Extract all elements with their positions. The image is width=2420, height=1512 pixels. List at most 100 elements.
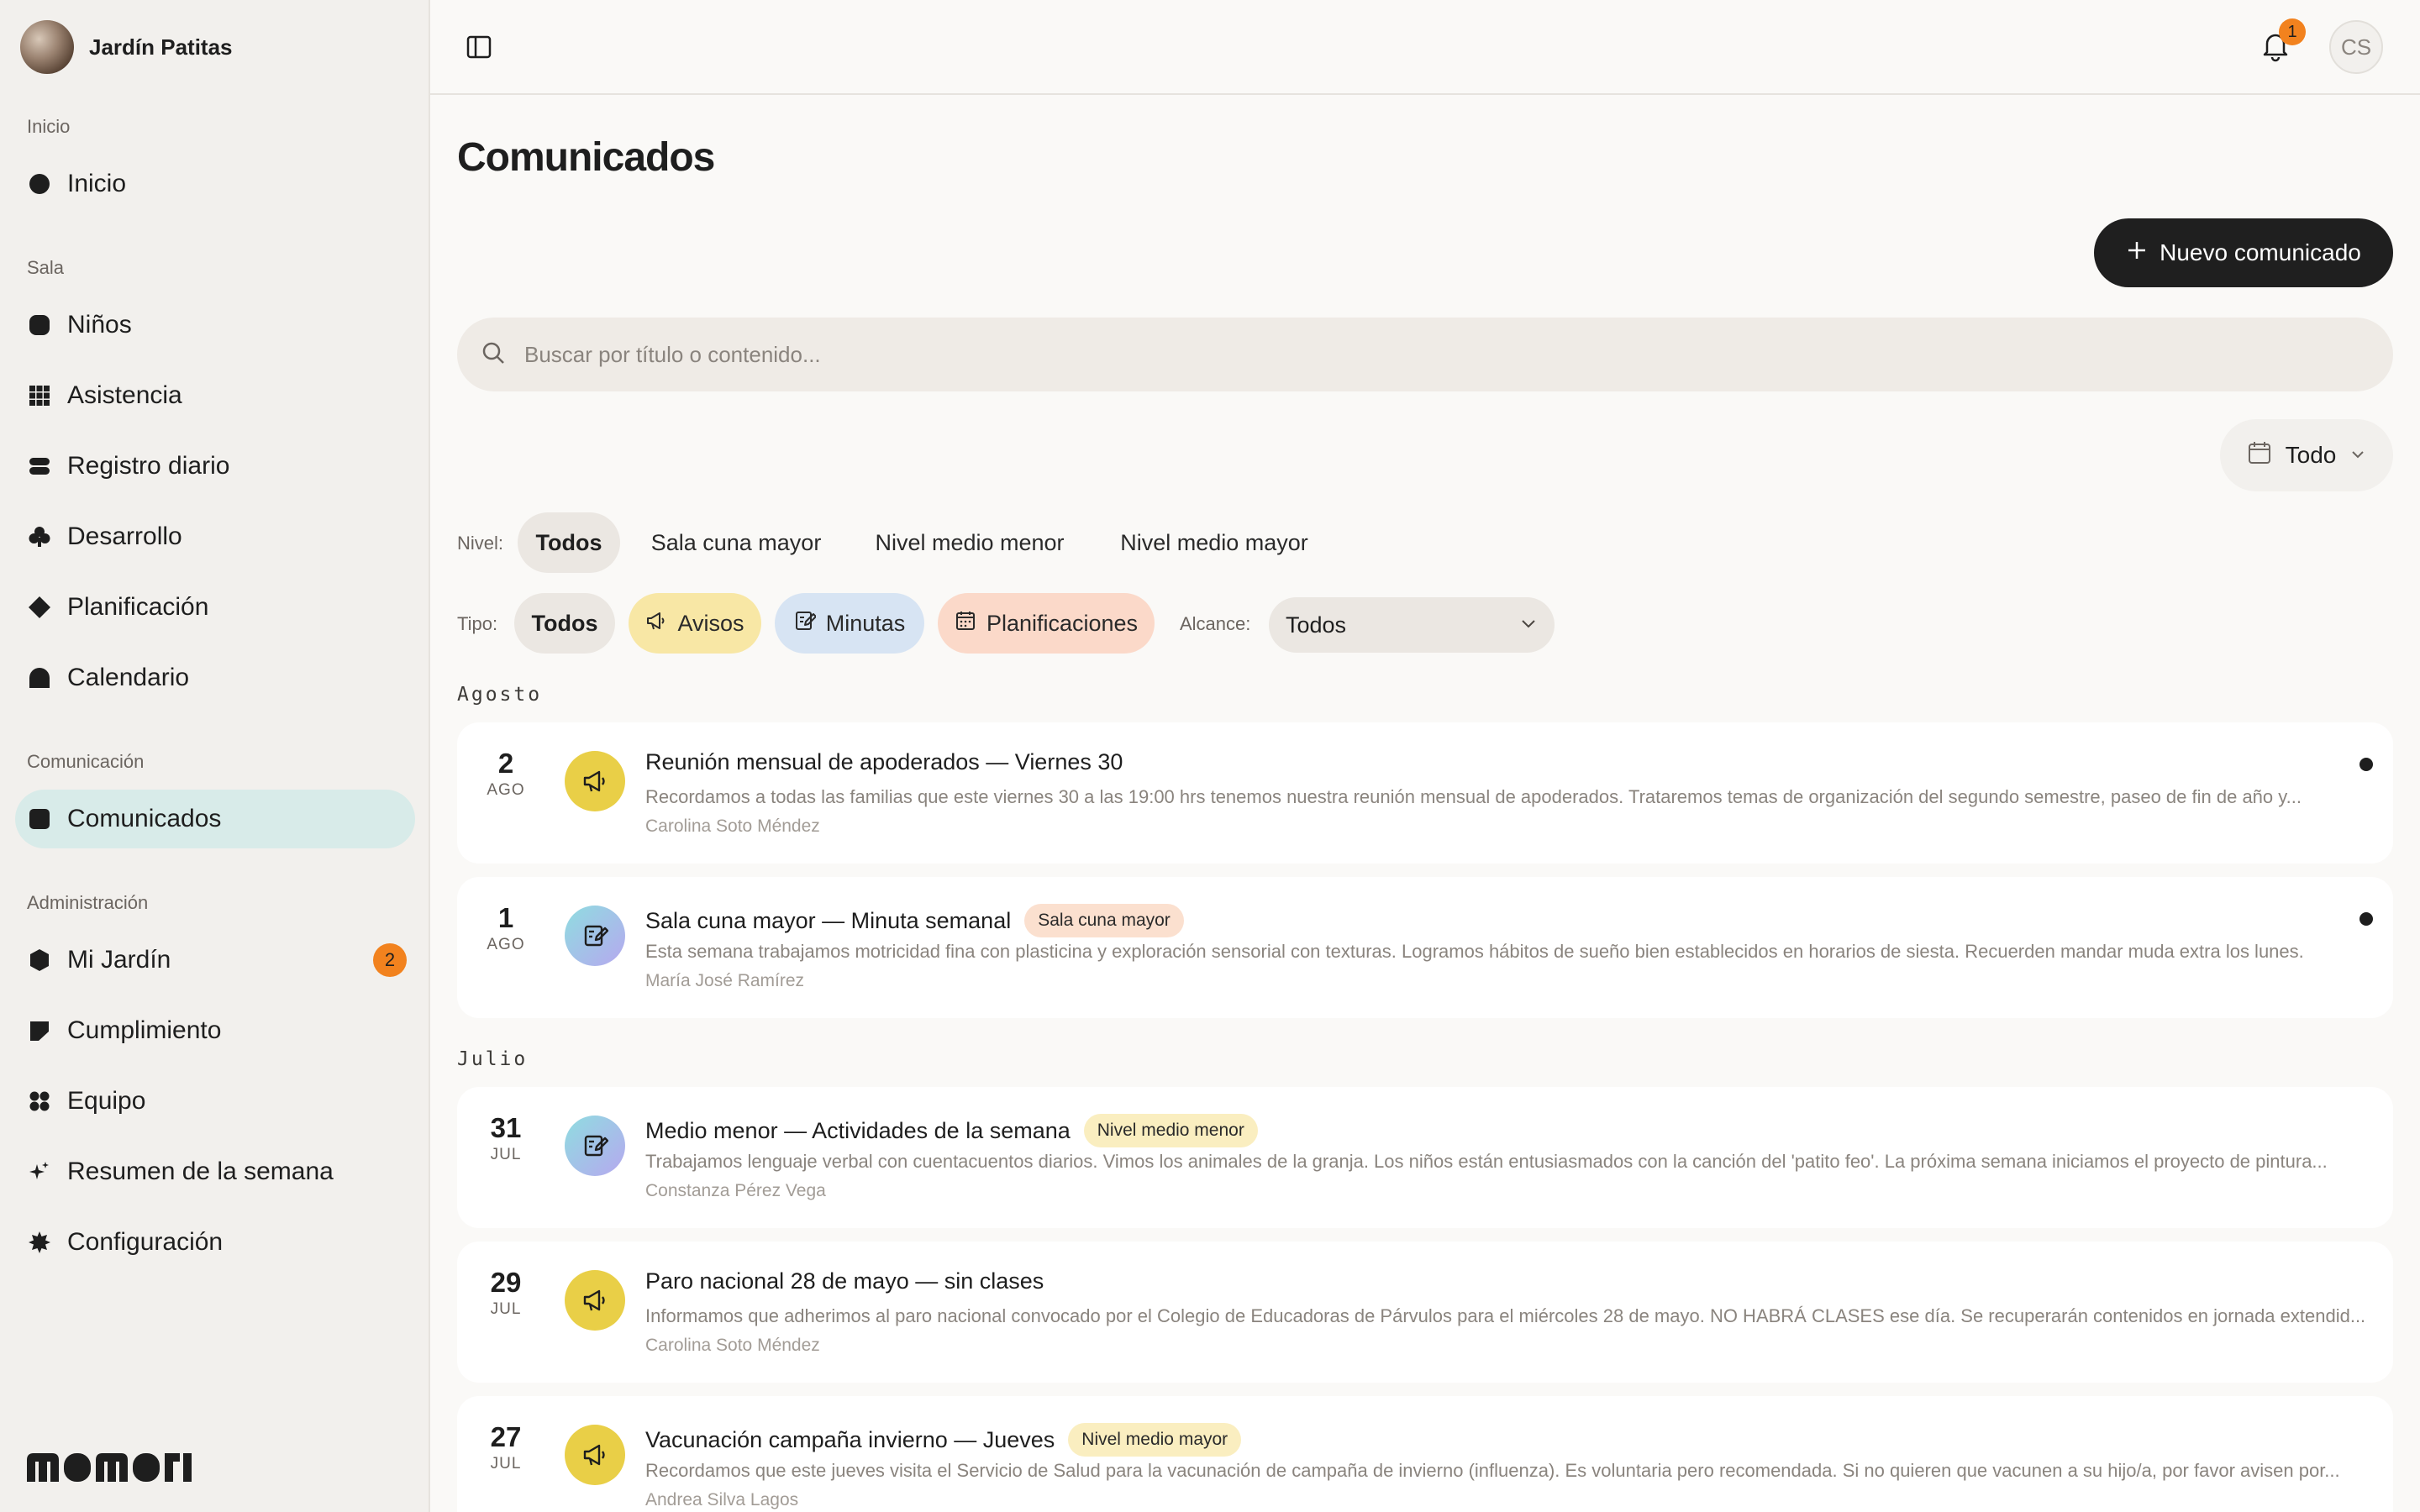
card-title: Paro nacional 28 de mayo — sin clases <box>645 1268 1044 1294</box>
card-month: AGO <box>487 781 525 799</box>
sidebar-item-label: Resumen de la semana <box>67 1158 334 1185</box>
card-author: Andrea Silva Lagos <box>645 1490 799 1509</box>
sidebar-item-calendario[interactable]: Calendario <box>15 648 415 707</box>
sidebar-item-label: Calendario <box>67 664 190 691</box>
nav-section-sala: Sala <box>27 257 65 278</box>
comunicado-card[interactable]: 27 JUL Vacunación campaña invierno — Jue… <box>457 1396 2393 1512</box>
unread-indicator <box>2360 912 2373 926</box>
user-avatar[interactable]: CS <box>2329 20 2383 74</box>
tipo-chip-avisos[interactable]: Avisos <box>629 593 761 654</box>
comunicado-card[interactable]: 1 AGO Sala cuna mayor — Minuta semanal S… <box>457 877 2393 1018</box>
alcance-select[interactable]: Todos <box>1269 597 1555 653</box>
notification-badge: 1 <box>2279 18 2306 45</box>
alcance-label: Alcance: <box>1180 613 1251 634</box>
card-month: JUL <box>490 1300 522 1318</box>
rounded-square-icon <box>29 314 50 336</box>
sidebar-item-equipo[interactable]: Equipo <box>15 1072 415 1131</box>
new-comunicado-button[interactable]: Nuevo comunicado <box>2094 218 2393 287</box>
sidebar: Jardín Patitas Inicio Inicio Sala Niños … <box>0 0 430 1512</box>
tipo-chip-planificaciones[interactable]: Planificaciones <box>938 593 1155 654</box>
comunicado-card[interactable]: 2 AGO Reunión mensual de apoderados — Vi… <box>457 722 2393 864</box>
gear-icon <box>29 1231 50 1253</box>
nav-section-inicio: Inicio <box>27 116 71 137</box>
sidebar-item-cumplimiento[interactable]: Cumplimiento <box>15 1001 415 1060</box>
nivel-label: Nivel: <box>457 533 504 554</box>
arch-icon <box>29 667 50 689</box>
sidebar-item-label: Mi Jardín <box>67 946 171 974</box>
tipo-chip-minutas[interactable]: Minutas <box>775 593 924 654</box>
sidebar-item-label: Desarrollo <box>67 522 182 550</box>
sidebar-item-ninos[interactable]: Niños <box>15 296 415 354</box>
sidebar-item-label: Comunicados <box>67 805 222 832</box>
card-preview: Trabajamos lenguaje verbal con cuentacue… <box>645 1151 2328 1172</box>
card-day: 2 <box>497 748 514 779</box>
stacked-bars-icon <box>29 455 50 477</box>
card-author: María José Ramírez <box>645 971 805 990</box>
sidebar-item-desarrollo[interactable]: Desarrollo <box>15 507 415 566</box>
page-title: Comunicados <box>457 135 715 180</box>
brand[interactable]: Jardín Patitas <box>20 20 233 74</box>
sidebar-item-label: Inicio <box>67 170 127 197</box>
tipo-chip-avisos-label: Avisos <box>677 610 744 636</box>
card-title: Medio menor — Actividades de la semana <box>645 1117 1071 1143</box>
nav-section-comunicacion: Comunicación <box>27 751 145 772</box>
nivel-chip-todos[interactable]: Todos <box>518 512 620 573</box>
sidebar-item-configuracion[interactable]: Configuración <box>15 1213 415 1272</box>
sidebar-item-label: Configuración <box>67 1228 224 1256</box>
card-day: 1 <box>497 902 514 933</box>
level-tag: Nivel medio mayor <box>1068 1423 1242 1457</box>
card-title-row: Sala cuna mayor — Minuta semanal Sala cu… <box>645 904 1184 937</box>
dots-grid-icon <box>29 1090 50 1112</box>
month-header-julio: Julio <box>457 1048 529 1070</box>
nivel-chip-sala-cuna-mayor[interactable]: Sala cuna mayor <box>637 512 835 573</box>
card-title: Vacunación campaña invierno — Jueves <box>645 1426 1055 1452</box>
level-tag: Nivel medio menor <box>1083 1114 1258 1147</box>
megaphone-icon <box>565 1270 625 1331</box>
notebook-pen-icon <box>565 906 625 966</box>
plus-icon <box>2126 239 2148 267</box>
alcance-value: Todos <box>1286 612 1347 638</box>
diamond-icon <box>29 596 50 618</box>
card-month: JUL <box>490 1455 522 1473</box>
sidebar-toggle-icon[interactable] <box>464 32 494 62</box>
card-title-row: Paro nacional 28 de mayo — sin clases <box>645 1268 1044 1294</box>
megaphone-icon <box>565 751 625 811</box>
search-bar <box>457 318 2393 391</box>
momori-logo <box>27 1452 192 1486</box>
topbar: 1 CS <box>430 0 2420 95</box>
nivel-chip-medio-mayor[interactable]: Nivel medio mayor <box>1104 512 1324 573</box>
card-title: Sala cuna mayor — Minuta semanal <box>645 907 1012 933</box>
card-day: 31 <box>490 1112 522 1143</box>
card-date: 29 JUL <box>482 1267 529 1319</box>
card-preview: Esta semana trabajamos motricidad fina c… <box>645 941 2304 962</box>
chevron-down-icon <box>1519 612 1538 638</box>
sidebar-item-planificacion[interactable]: Planificación <box>15 578 415 637</box>
nav-section-administracion: Administración <box>27 892 149 913</box>
tipo-chip-todos[interactable]: Todos <box>514 593 615 654</box>
search-icon <box>481 340 506 370</box>
circle-icon <box>29 173 50 195</box>
calendar-icon <box>2247 440 2272 471</box>
level-tag: Sala cuna mayor <box>1024 904 1184 937</box>
tipo-chip-planificaciones-label: Planificaciones <box>986 610 1139 636</box>
card-day: 29 <box>490 1267 522 1298</box>
comunicado-card[interactable]: 31 JUL Medio menor — Actividades de la s… <box>457 1087 2393 1228</box>
card-day: 27 <box>490 1421 522 1452</box>
card-date: 1 AGO <box>482 902 529 954</box>
sidebar-item-asistencia[interactable]: Asistencia <box>15 366 415 425</box>
chevron-down-icon <box>2349 442 2366 469</box>
brand-avatar <box>20 20 74 74</box>
card-title-row: Reunión mensual de apoderados — Viernes … <box>645 749 1123 775</box>
nivel-chip-medio-menor[interactable]: Nivel medio menor <box>859 512 1081 573</box>
card-title-row: Medio menor — Actividades de la semana N… <box>645 1114 1258 1147</box>
sidebar-item-inicio[interactable]: Inicio <box>15 155 415 213</box>
sidebar-item-resumen[interactable]: Resumen de la semana <box>15 1142 415 1201</box>
sidebar-item-registro-diario[interactable]: Registro diario <box>15 437 415 496</box>
card-title-row: Vacunación campaña invierno — Jueves Niv… <box>645 1423 1242 1457</box>
sidebar-item-mi-jardin[interactable]: Mi Jardín 2 <box>15 931 415 990</box>
sidebar-item-comunicados[interactable]: Comunicados <box>15 790 415 848</box>
date-filter-dropdown[interactable]: Todo <box>2220 419 2393 491</box>
comunicado-card[interactable]: 29 JUL Paro nacional 28 de mayo — sin cl… <box>457 1242 2393 1383</box>
folded-flag-icon <box>29 1020 50 1042</box>
search-input[interactable] <box>524 341 2205 368</box>
